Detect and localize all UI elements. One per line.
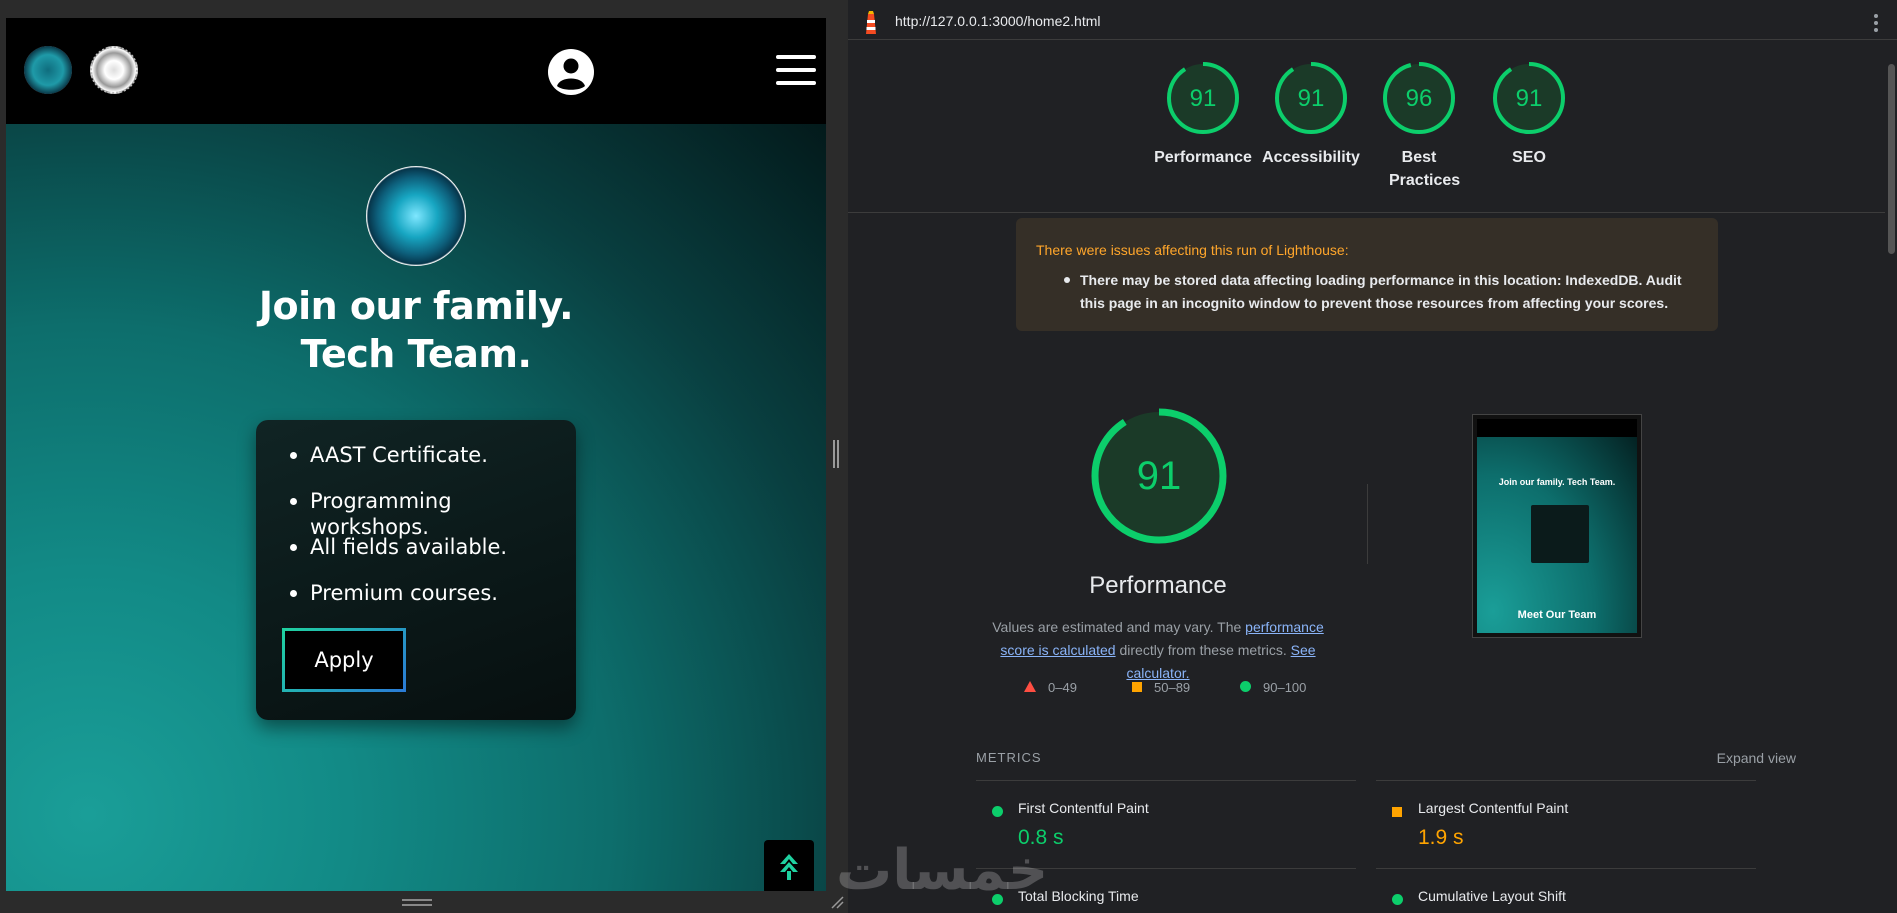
expand-view-button[interactable]: Expand view	[1717, 750, 1796, 766]
score-value: 96	[1406, 85, 1433, 112]
score-gauge-accessibility[interactable]: 91 Accessibility	[1256, 60, 1366, 169]
metric-title: First Contentful Paint	[1018, 800, 1149, 816]
gauge-ring-icon: 91	[1167, 62, 1239, 134]
apply-button[interactable]: Apply	[282, 628, 406, 692]
disclaimer-text: directly from these metrics.	[1115, 642, 1291, 658]
warning-detail: There may be stored data affecting loadi…	[1080, 272, 1682, 311]
brain-circuit-logo-icon	[366, 166, 466, 266]
brain-logo-icon[interactable]	[24, 46, 72, 94]
gauge-ring-icon: 91	[1275, 62, 1347, 134]
circle-icon	[1240, 680, 1251, 695]
triangle-icon	[1024, 680, 1036, 695]
report-scrollbar[interactable]	[1885, 44, 1897, 913]
hero-title: Join our family. Tech Team.	[6, 282, 826, 378]
circle-icon	[1392, 892, 1403, 910]
metrics-header: METRICS Expand view	[976, 750, 1796, 780]
score-label: Performance	[1154, 149, 1252, 166]
device-preview-pane: Join our family. Tech Team. AAST Certifi…	[0, 0, 848, 913]
performance-score: 91	[1137, 454, 1182, 498]
thumbnail-title: Join our family. Tech Team.	[1498, 477, 1616, 487]
metric-divider	[1376, 868, 1756, 869]
score-value: 91	[1516, 85, 1543, 112]
user-account-icon[interactable]	[548, 49, 594, 95]
report-url[interactable]: http://127.0.0.1:3000/home2.html	[895, 13, 1100, 29]
score-label: Accessibility	[1262, 149, 1360, 166]
feature-item: All fields available.	[276, 534, 576, 580]
double-chevron-up-icon	[780, 854, 798, 880]
thumbnail-navbar	[1477, 419, 1637, 437]
resize-handle-side[interactable]	[833, 440, 839, 468]
feature-item: Premium courses.	[276, 580, 576, 626]
metric-lcp: Largest Contentful Paint 1.9 s	[1376, 800, 1756, 860]
warning-box: There were issues affecting this run of …	[1016, 218, 1718, 331]
score-gauge-best-practices[interactable]: 96 Best Practices	[1364, 60, 1474, 192]
performance-disclaimer: Values are estimated and may vary. The p…	[978, 616, 1338, 685]
report-url-bar: http://127.0.0.1:3000/home2.html	[848, 4, 1897, 40]
circle-icon	[992, 804, 1003, 822]
gauge-ring-icon: 91	[1493, 62, 1565, 134]
disclaimer-text: Values are estimated and may vary. The	[992, 619, 1246, 635]
warning-title: There were issues affecting this run of …	[1036, 242, 1349, 258]
lighthouse-report-pane: http://127.0.0.1:3000/home2.html 91 Perf…	[848, 0, 1897, 913]
scroll-to-top-button[interactable]	[764, 840, 814, 891]
metric-divider	[976, 780, 1356, 781]
legend-pass: 90–100	[1240, 680, 1306, 695]
final-screenshot-thumbnail[interactable]: Join our family. Tech Team. Meet Our Tea…	[1472, 414, 1642, 638]
legend-average: 50–89	[1132, 680, 1190, 695]
score-legend: 0–49 50–89 90–100	[1008, 680, 1328, 700]
metric-value: 1.9 s	[1418, 826, 1464, 849]
section-divider	[848, 212, 1885, 213]
score-label: SEO	[1512, 149, 1546, 166]
hero-section: Join our family. Tech Team. AAST Certifi…	[6, 124, 826, 891]
thumbnail-preview: Join our family. Tech Team. Meet Our Tea…	[1477, 419, 1637, 633]
resize-handle-bottom[interactable]	[402, 899, 432, 906]
performance-title: Performance	[1089, 572, 1227, 599]
metrics-label: METRICS	[976, 750, 1042, 765]
legend-label: 90–100	[1263, 680, 1307, 695]
feature-item: AAST Certificate.	[276, 442, 576, 488]
vertical-divider	[1367, 484, 1368, 564]
score-gauge-performance[interactable]: 91 Performance	[1148, 60, 1258, 169]
performance-gauge: 91	[1091, 408, 1227, 544]
watermark-logo: خمسات	[836, 838, 1049, 903]
feature-item: Programming workshops.	[276, 488, 576, 539]
metric-title: Cumulative Layout Shift	[1418, 888, 1566, 904]
metric-title: Largest Contentful Paint	[1418, 800, 1569, 816]
hero-title-line2: Tech Team.	[300, 332, 532, 376]
more-options-icon[interactable]	[1874, 14, 1878, 32]
phone-viewport: Join our family. Tech Team. AAST Certifi…	[6, 18, 826, 891]
square-icon	[1132, 680, 1142, 695]
preview-top-strip	[0, 0, 848, 18]
legend-label: 50–89	[1154, 680, 1191, 695]
score-gauge-seo[interactable]: 91 SEO	[1474, 60, 1584, 169]
thumbnail-card	[1531, 505, 1589, 563]
thumbnail-footer: Meet Our Team	[1517, 609, 1597, 621]
hero-title-line1: Join our family.	[258, 284, 574, 328]
metric-cls: Cumulative Layout Shift	[1376, 888, 1756, 910]
feature-card: AAST Certificate. Programming workshops.…	[256, 420, 576, 720]
aast-logo-icon[interactable]	[90, 46, 138, 94]
hamburger-menu-icon[interactable]	[776, 55, 816, 85]
legend-label: 0–49	[1048, 680, 1077, 695]
warning-bullet	[1064, 277, 1070, 283]
metric-divider	[1376, 780, 1756, 781]
scrollbar-thumb[interactable]	[1888, 64, 1895, 254]
gauge-ring-icon: 96	[1383, 62, 1455, 134]
legend-fail: 0–49	[1024, 680, 1077, 695]
score-label: Best Practices	[1389, 149, 1461, 189]
score-value: 91	[1298, 85, 1325, 112]
site-navbar	[6, 18, 826, 124]
score-value: 91	[1190, 85, 1217, 112]
feature-list: AAST Certificate. Programming workshops.…	[276, 442, 576, 626]
square-icon	[1392, 804, 1402, 822]
lighthouse-icon	[866, 11, 876, 34]
